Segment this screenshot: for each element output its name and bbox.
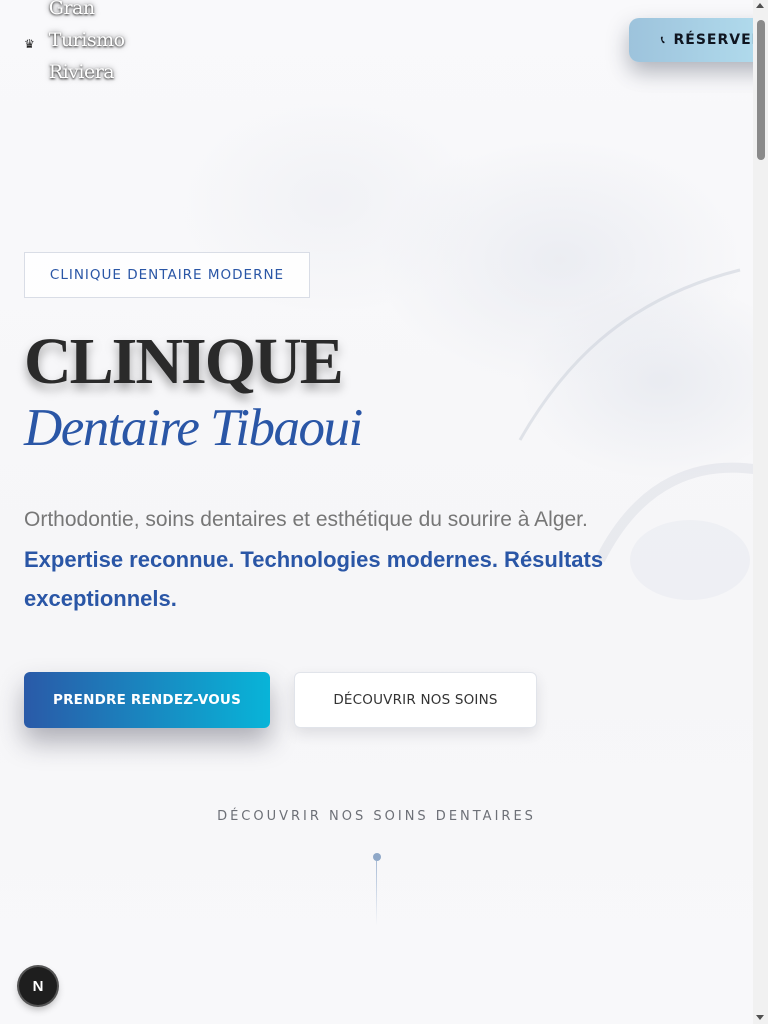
reserve-button-label: RÉSERVER: [673, 32, 764, 48]
discover-services-label: DÉCOUVRIR NOS SOINS: [333, 692, 498, 708]
brand-line-3: Riviera: [48, 61, 115, 83]
crown-icon: ♛: [24, 37, 35, 51]
hero-title: CLINIQUE: [24, 325, 344, 398]
discover-services-button[interactable]: DÉCOUVRIR NOS SOINS: [294, 672, 537, 728]
dev-badge-letter: N: [32, 977, 44, 995]
clinic-badge-label: CLINIQUE DENTAIRE MODERNE: [49, 267, 285, 283]
brand-line-2: Turismo: [48, 29, 125, 51]
scroll-down-arrow-icon[interactable]: [756, 1015, 764, 1020]
brand-name: Gran Turismo Riviera: [49, 0, 125, 88]
book-appointment-label: PRENDRE RENDEZ-VOUS: [52, 692, 242, 708]
hero-highlight: Expertise reconnue. Technologies moderne…: [24, 547, 604, 611]
scroll-indicator-dot: [373, 853, 381, 861]
phone-icon: 📞︎: [661, 34, 666, 46]
brand-logo[interactable]: ♛ Gran Turismo Riviera: [24, 0, 125, 88]
scroll-indicator-line: [376, 861, 377, 925]
scroll-up-arrow-icon[interactable]: [756, 3, 764, 8]
scroll-hint-label[interactable]: DÉCOUVRIR NOS SOINS DENTAIRES: [0, 809, 753, 824]
hero-subtitle: Dentaire Tibaoui: [24, 399, 363, 457]
book-appointment-button[interactable]: PRENDRE RENDEZ-VOUS: [24, 672, 270, 728]
hero-description: Orthodontie, soins dentaires et esthétiq…: [24, 508, 588, 531]
scrollbar-thumb[interactable]: [757, 20, 765, 160]
brand-line-1: Gran: [48, 0, 95, 19]
clinic-badge: CLINIQUE DENTAIRE MODERNE: [24, 252, 310, 298]
reserve-button[interactable]: 📞︎ RÉSERVER: [629, 18, 768, 62]
dev-tools-badge[interactable]: N: [19, 967, 57, 1005]
